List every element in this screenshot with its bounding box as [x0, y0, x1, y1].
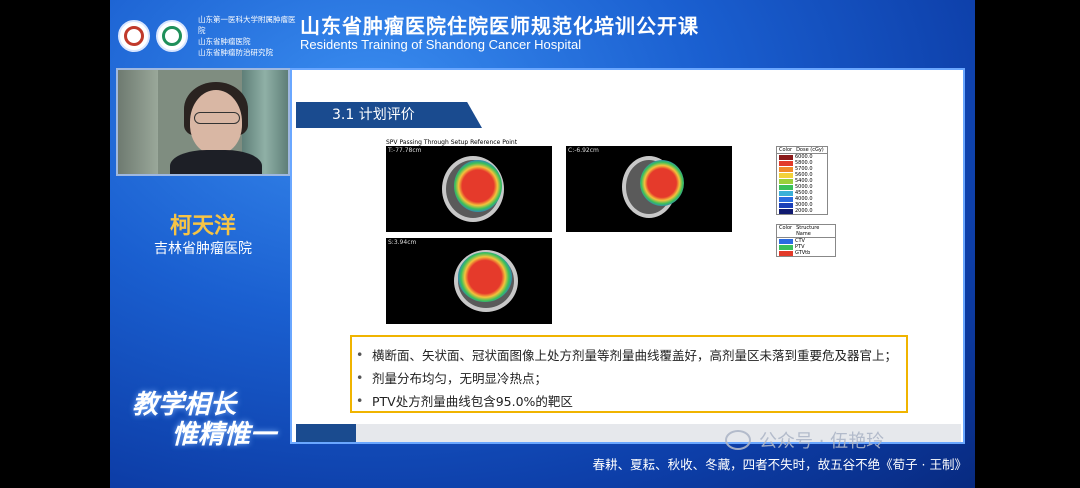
dose-legend-swatch [779, 202, 793, 208]
dose-legend-row: 2000.0 [777, 208, 827, 214]
bullet-item: • 剂量分布均匀，无明显冷热点； [356, 366, 900, 389]
dose-legend-swatch [779, 166, 793, 172]
slide-section-title: 3.1 计划评价 [296, 102, 482, 128]
bullet-text: 横断面、矢状面、冠状面图像上处方剂量等剂量曲线覆盖好，高剂量区未落到重要危及器官… [372, 348, 898, 363]
bottom-ticker: 春耕、夏耘、秋收、冬藏，四者不失时，故五谷不绝《荀子 · 王制》 [592, 457, 967, 472]
axial-dose-image: T:-77.78cm [386, 146, 552, 232]
presentation-slide: 3.1 计划评价 SPV Passing Through Setup Refer… [290, 68, 965, 444]
wechat-watermark: 公众号 · 伍艳玲 [725, 427, 884, 453]
dose-legend-col-dose: Dose (cGy) [796, 147, 824, 153]
header-title: 山东省肿瘤医院住院医师规范化培训公开课 [300, 14, 699, 38]
dose-legend-swatch [779, 160, 793, 166]
bullet-item: • PTV处方剂量曲线包含95.0%的靶区 [356, 389, 900, 412]
scan-panel-title: SPV Passing Through Setup Reference Poin… [386, 139, 518, 146]
logo-text-line-2: 山东省肿瘤医院 [198, 37, 251, 46]
bullet-dot: • [356, 370, 364, 385]
dose-legend-swatch [779, 178, 793, 184]
header-subtitle: Residents Training of Shandong Cancer Ho… [300, 37, 582, 52]
dose-legend-value: 2000.0 [795, 208, 813, 214]
structure-legend-swatch [779, 238, 793, 244]
summary-box: • 横断面、矢状面、冠状面图像上处方剂量等剂量曲线覆盖好，高剂量区未落到重要危及… [350, 335, 908, 413]
bullet-item: • 横断面、矢状面、冠状面图像上处方剂量等剂量曲线覆盖好，高剂量区未落到重要危及… [356, 343, 900, 366]
structure-legend-value: GTVtb [795, 250, 811, 256]
dose-legend-swatch [779, 196, 793, 202]
axial-caption: T:-77.78cm [388, 147, 422, 154]
left-letterbox [0, 0, 110, 488]
speaker-camera [116, 68, 290, 176]
structure-legend-row: GTVtb [777, 250, 835, 256]
calligraphy-line-2: 惟精惟一 [172, 420, 277, 450]
dose-legend-swatch [779, 154, 793, 160]
structure-legend: Color Structure Name CTV PTV GTVtb [776, 224, 836, 257]
university-logo-icon [118, 20, 150, 52]
logo-text: 山东第一医科大学附属肿瘤医院 山东省肿瘤医院 山东省肿瘤防治研究院 [198, 14, 298, 58]
logo-text-line-1: 山东第一医科大学附属肿瘤医院 [198, 15, 296, 35]
dose-legend-swatch [779, 184, 793, 190]
structure-legend-swatch [779, 244, 793, 250]
structure-legend-col-name: Structure Name [796, 225, 820, 237]
structure-legend-swatch [779, 250, 793, 256]
sagittal-caption: S:3.94cm [388, 239, 417, 246]
hospital-logos: 山东第一医科大学附属肿瘤医院 山东省肿瘤医院 山东省肿瘤防治研究院 [118, 14, 298, 58]
dose-legend: Color Dose (cGy) 6000.0 5800.0 5700.0 5600.… [776, 146, 828, 215]
sagittal-dose-image: S:3.94cm [386, 238, 552, 324]
bullet-dot: • [356, 347, 364, 362]
speaker-organization: 吉林省肿瘤医院 [154, 241, 252, 257]
calligraphy-line-1: 教学相长 [132, 390, 237, 420]
bullet-dot: • [356, 393, 364, 408]
calligraphy-motto: 教学相长 惟精惟一 [132, 390, 276, 450]
wechat-icon [725, 430, 751, 450]
coronal-caption: C:-6.92cm [568, 147, 599, 154]
video-stage: 山东第一医科大学附属肿瘤医院 山东省肿瘤医院 山东省肿瘤防治研究院 山东省肿瘤医… [110, 0, 975, 488]
speaker-name: 柯天洋 [169, 213, 236, 239]
bullet-text: 剂量分布均匀，无明显冷热点； [372, 371, 548, 386]
right-letterbox [975, 0, 1080, 488]
dose-legend-swatch [779, 172, 793, 178]
watermark-text: 公众号 · 伍艳玲 [759, 431, 885, 452]
coronal-dose-image: C:-6.92cm [566, 146, 732, 232]
dose-legend-col-color: Color [779, 147, 793, 153]
bullet-text: PTV处方剂量曲线包含95.0%的靶区 [372, 394, 573, 409]
structure-legend-col-color: Color [779, 225, 793, 231]
hospital-logo-icon [156, 20, 188, 52]
dose-legend-swatch [779, 190, 793, 196]
logo-text-line-3: 山东省肿瘤防治研究院 [198, 48, 273, 57]
dose-legend-swatch [779, 208, 793, 214]
